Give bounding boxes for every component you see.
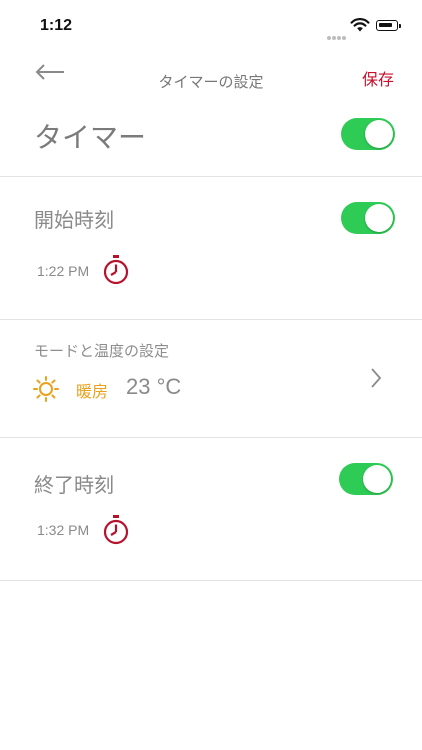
wifi-icon xyxy=(350,18,370,32)
battery-icon xyxy=(376,20,401,31)
divider xyxy=(0,580,422,581)
status-time: 1:12 xyxy=(40,17,73,34)
sun-icon xyxy=(33,376,59,402)
end-time-value[interactable]: 1:32 PM xyxy=(37,522,89,538)
signal-dots-icon xyxy=(327,25,349,40)
mode-name: 暖房 xyxy=(76,382,109,401)
mode-settings-label: モードと温度の設定 xyxy=(34,342,170,360)
end-time-toggle[interactable] xyxy=(339,463,393,495)
temperature-value: 23 °C xyxy=(126,374,182,399)
clock-icon[interactable] xyxy=(102,254,130,286)
timer-label: タイマー xyxy=(34,121,147,154)
page-title: タイマーの設定 xyxy=(158,73,264,91)
start-time-toggle[interactable] xyxy=(341,202,395,234)
divider xyxy=(0,176,422,177)
chevron-right-icon[interactable] xyxy=(370,367,382,389)
timer-toggle[interactable] xyxy=(341,118,395,150)
save-button[interactable]: 保存 xyxy=(362,66,394,90)
divider xyxy=(0,319,422,320)
start-time-value[interactable]: 1:22 PM xyxy=(37,263,89,279)
clock-icon[interactable] xyxy=(102,514,130,546)
divider xyxy=(0,437,422,438)
start-time-label: 開始時刻 xyxy=(34,208,114,232)
end-time-label: 終了時刻 xyxy=(34,473,114,497)
